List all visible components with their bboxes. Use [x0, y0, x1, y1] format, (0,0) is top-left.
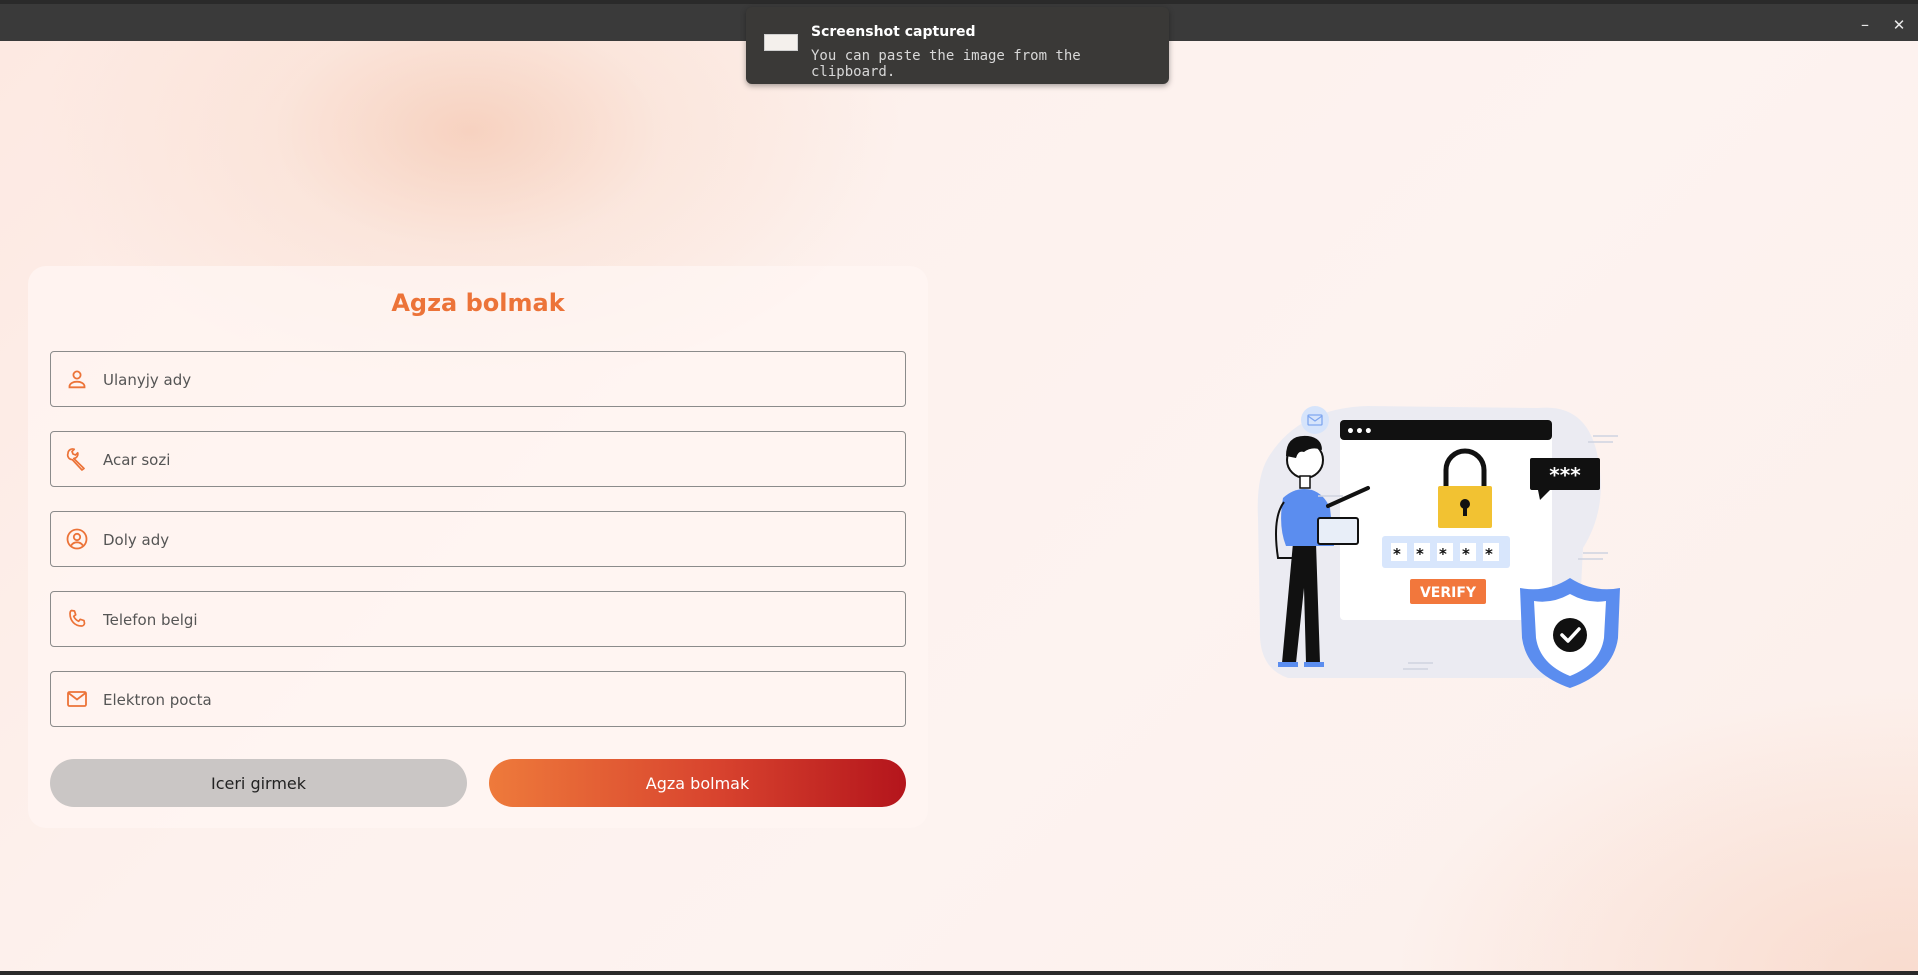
phone-field[interactable]	[50, 591, 906, 647]
person-icon	[68, 370, 86, 389]
pin-char: *	[1439, 545, 1447, 563]
screenshot-notification[interactable]: Screenshot captured You can paste the im…	[746, 7, 1169, 84]
phone-input[interactable]	[101, 592, 895, 647]
window-bottom-border	[0, 971, 1918, 975]
password-bubble-text: ***	[1549, 463, 1581, 487]
envelope-bubble-icon	[1301, 406, 1329, 434]
username-field[interactable]	[50, 351, 906, 407]
form-title: Agza bolmak	[391, 289, 565, 317]
phone-icon	[69, 609, 86, 627]
notification-title: Screenshot captured	[811, 24, 976, 40]
screenshot-thumbnail	[764, 34, 798, 51]
verify-label: VERIFY	[1420, 585, 1477, 601]
pin-char: *	[1416, 545, 1424, 563]
mail-icon	[67, 691, 87, 707]
login-button[interactable]: Iceri girmek	[50, 759, 467, 807]
close-icon[interactable]: ✕	[1888, 14, 1910, 36]
email-input[interactable]	[101, 672, 895, 727]
pin-char: *	[1485, 545, 1493, 563]
minimize-icon[interactable]: –	[1854, 14, 1876, 36]
checkmark-icon	[1553, 618, 1587, 652]
security-illustration: ••• * * * * * VERIFY ***	[1257, 406, 1620, 688]
password-field[interactable]	[50, 431, 906, 487]
password-input[interactable]	[101, 432, 895, 487]
browser-dots: •••	[1346, 424, 1373, 440]
fullname-field[interactable]	[50, 511, 906, 567]
email-field[interactable]	[50, 671, 906, 727]
pin-char: *	[1393, 545, 1401, 563]
pin-char: *	[1462, 545, 1470, 563]
app-canvas: Agza bolmak Ulanyjy ady Acar sozi Doly a…	[0, 41, 1918, 971]
fullname-input[interactable]	[101, 512, 895, 567]
key-icon	[66, 448, 85, 471]
register-card: Agza bolmak Ulanyjy ady Acar sozi Doly a…	[28, 266, 928, 828]
notification-body: You can paste the image from the clipboa…	[811, 48, 1081, 80]
account-circle-icon	[66, 528, 88, 550]
register-button[interactable]: Agza bolmak	[489, 759, 906, 807]
username-input[interactable]	[101, 352, 895, 407]
